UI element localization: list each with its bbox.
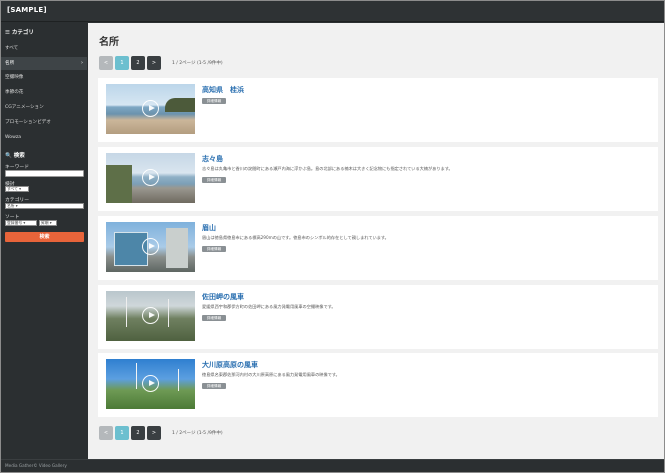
video-thumbnail[interactable] <box>106 222 195 272</box>
sidebar-item-label: 名所 <box>5 61 15 66</box>
sort-label: ソート <box>5 215 20 220</box>
wind-turbine-shape <box>178 369 179 391</box>
detail-button[interactable]: 詳細情報 <box>202 246 226 252</box>
pager-next-button[interactable]: > <box>147 426 161 440</box>
sidebar-item-aerial[interactable]: 空撮映像 <box>1 71 87 84</box>
pager-next-button[interactable]: > <box>147 56 161 70</box>
wind-turbine-shape <box>126 297 127 327</box>
wind-turbine-shape <box>168 299 169 327</box>
pager-page-2[interactable]: 2 <box>131 426 145 440</box>
video-thumbnail[interactable] <box>106 84 195 134</box>
page-title: 名所 <box>99 37 119 48</box>
item-description: 愛媛県西宇和郡伊方町の佐田岬にある風力発電用風車の空撮映像です。 <box>202 304 336 309</box>
sidebar-item-all[interactable]: すべて <box>1 42 87 55</box>
sidebar: ☰ カテゴリ すべて 名所 › 空撮映像 季節の花 CGアニメーション プロモーシ… <box>1 23 87 459</box>
main-content: 名所 < 1 2 > 1 / 2ページ (1-5 /9件中) 高知県 桂浜 詳細… <box>88 23 664 459</box>
category-heading: ☰ カテゴリ <box>5 30 34 36</box>
item-title[interactable]: 眉山 <box>202 223 216 233</box>
list-item: 高知県 桂浜 詳細情報 <box>98 78 658 142</box>
item-description: 志々島は丸亀市と香川の詫間町にある瀬戸内海に浮かぶ島。島の北部にある楠木は大きく… <box>202 166 453 171</box>
pager-prev-button[interactable]: < <box>99 56 113 70</box>
tree-shape <box>106 165 132 203</box>
top-bar: [SAMPLE] <box>1 1 664 22</box>
category-label: カテゴリー <box>5 198 29 203</box>
sidebar-item-label: すべて <box>5 46 19 51</box>
sidebar-item-label: 空撮映像 <box>5 75 24 80</box>
play-icon[interactable] <box>142 169 159 186</box>
pager-page-2[interactable]: 2 <box>131 56 145 70</box>
detail-button[interactable]: 詳細情報 <box>202 383 226 389</box>
sidebar-item-label: Wowza <box>5 135 22 140</box>
sidebar-item-label: 季節の花 <box>5 90 24 95</box>
item-description: 眉山は徳島県徳島市にある標高290mの山です。徳島市のシンボル的存在として親しま… <box>202 235 389 240</box>
search-heading: 🔍 検索 <box>5 153 25 159</box>
keyword-label: キーワード <box>5 165 29 170</box>
order-select[interactable]: 昇順 ▾ <box>39 220 57 226</box>
wind-turbine-shape <box>136 363 137 389</box>
brand-logo[interactable]: [SAMPLE] <box>7 6 47 14</box>
item-title[interactable]: 大川原高原の風車 <box>202 360 258 370</box>
sidebar-item-promotion[interactable]: プロモーションビデオ <box>1 116 87 129</box>
list-item: 志々島 志々島は丸亀市と香川の詫間町にある瀬戸内海に浮かぶ島。島の北部にある楠木… <box>98 147 658 211</box>
building-shape <box>166 228 188 268</box>
detail-button[interactable]: 詳細情報 <box>202 98 226 104</box>
sidebar-item-label: CGアニメーション <box>5 105 44 110</box>
item-description: 徳島県名東郡佐那河内村の大川原高原にある風力発電用風車の映像です。 <box>202 372 340 377</box>
list-item: 佐田岬の風車 愛媛県西宇和郡伊方町の佐田岬にある風力発電用風車の空撮映像です。 … <box>98 285 658 349</box>
footer: Media Gather© Video Gallery <box>1 459 664 472</box>
chevron-right-icon: › <box>81 60 83 66</box>
item-title[interactable]: 高知県 桂浜 <box>202 85 244 95</box>
video-thumbnail[interactable] <box>106 291 195 341</box>
item-title[interactable]: 志々島 <box>202 154 223 164</box>
play-icon[interactable] <box>142 100 159 117</box>
sidebar-item-flowers[interactable]: 季節の花 <box>1 86 87 99</box>
item-title[interactable]: 佐田岬の風車 <box>202 292 244 302</box>
headland-shape <box>165 98 195 112</box>
play-icon[interactable] <box>142 307 159 324</box>
play-icon[interactable] <box>142 375 159 392</box>
pager-info: 1 / 2ページ (1-5 /9件中) <box>172 61 223 66</box>
keyword-input[interactable] <box>5 170 84 177</box>
footer-text: Media Gather© Video Gallery <box>5 463 67 468</box>
sidebar-item-label: プロモーションビデオ <box>5 120 51 125</box>
pager-page-1[interactable]: 1 <box>115 426 129 440</box>
year-select[interactable]: すべて ▾ <box>5 186 29 192</box>
list-item: 眉山 眉山は徳島県徳島市にある標高290mの山です。徳島市のシンボル的存在として… <box>98 216 658 280</box>
detail-button[interactable]: 詳細情報 <box>202 315 226 321</box>
sort-select[interactable]: 登録番号 ▾ <box>5 220 37 226</box>
video-thumbnail[interactable] <box>106 359 195 409</box>
pager-page-1[interactable]: 1 <box>115 56 129 70</box>
pager-prev-button[interactable]: < <box>99 426 113 440</box>
sidebar-item-wowza[interactable]: Wowza <box>1 131 87 144</box>
search-button[interactable]: 検索 <box>5 232 84 242</box>
play-icon[interactable] <box>142 238 159 255</box>
detail-button[interactable]: 詳細情報 <box>202 177 226 183</box>
sidebar-item-meisho[interactable]: 名所 › <box>1 57 87 70</box>
video-thumbnail[interactable] <box>106 153 195 203</box>
pager-info: 1 / 2ページ (1-5 /9件中) <box>172 431 223 436</box>
list-item: 大川原高原の風車 徳島県名東郡佐那河内村の大川原高原にある風力発電用風車の映像で… <box>98 353 658 417</box>
category-select[interactable]: 名所 ▾ <box>5 203 84 209</box>
sidebar-item-cg-animation[interactable]: CGアニメーション <box>1 101 87 114</box>
